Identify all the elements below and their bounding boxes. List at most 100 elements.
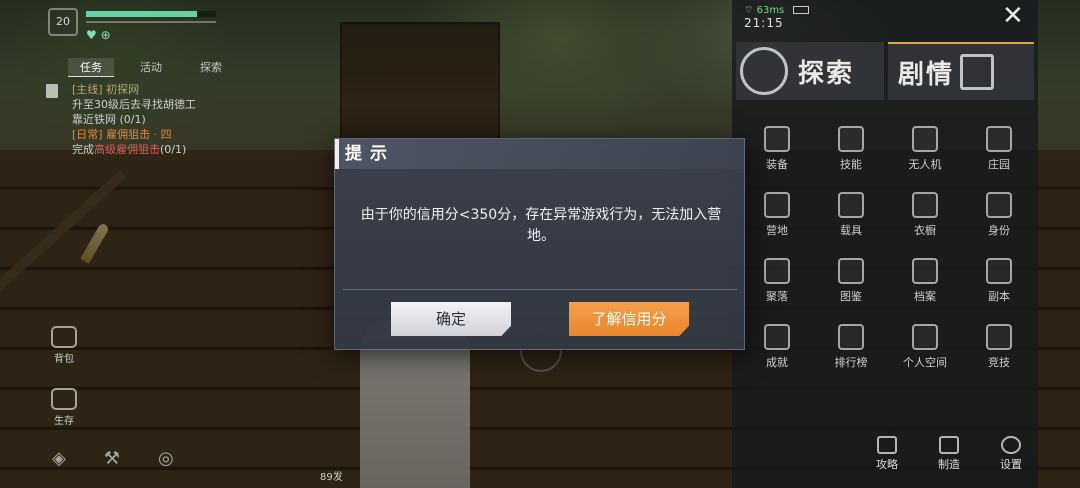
trophy-icon: [986, 324, 1012, 350]
profile-icon: [912, 324, 938, 350]
question-icon: [877, 436, 897, 454]
clipboard-icon: [939, 436, 959, 454]
health-bar: [86, 11, 216, 17]
guide-label: 攻略: [876, 458, 898, 471]
id-card-icon: [986, 192, 1012, 218]
bottom-toolbar: ◈ ⚒ ◎: [52, 448, 174, 469]
gallery-icon: [838, 258, 864, 284]
menu-item-settlement[interactable]: 聚落: [740, 258, 814, 304]
backpack-button[interactable]: 背包: [46, 326, 82, 365]
backpack-icon: [51, 326, 77, 348]
ping-value: 63ms: [756, 5, 785, 16]
dialog-message: 由于你的信用分<350分，存在异常游戏行为，无法加入营地。: [360, 207, 722, 244]
menu-item-label: 载具: [840, 224, 862, 237]
menu-item-label: 副本: [988, 290, 1010, 303]
backpack-label: 背包: [54, 354, 74, 365]
tab-activity[interactable]: 活动: [128, 58, 174, 77]
clock: 21:15: [744, 16, 784, 30]
wardrobe-icon: [912, 192, 938, 218]
menu-item-label: 档案: [914, 290, 936, 303]
menu-item-label: 竞技: [988, 356, 1010, 369]
menu-item-trophy[interactable]: 竞技: [962, 324, 1036, 370]
menu-item-label: 无人机: [908, 158, 942, 171]
main-quest-step-1: 升至30级后去寻找胡德工: [72, 98, 196, 111]
menu-item-leaderboard[interactable]: 排行榜: [814, 324, 888, 370]
menu-item-achievement[interactable]: 成就: [740, 324, 814, 370]
gun-icon: [764, 126, 790, 152]
menu-item-label: 排行榜: [834, 356, 868, 369]
close-icon[interactable]: ✕: [1002, 2, 1024, 30]
survive-label: 生存: [54, 416, 74, 427]
menu-item-label: 个人空间: [903, 356, 947, 369]
menu-item-gallery[interactable]: 图鉴: [814, 258, 888, 304]
tab-quest[interactable]: 任务: [68, 58, 114, 77]
tab-story[interactable]: 剧情: [888, 42, 1034, 100]
house-icon: [986, 126, 1012, 152]
skill-icon: [838, 126, 864, 152]
diamond-icon[interactable]: ◈: [52, 448, 66, 469]
wifi-icon: ⌔: [744, 5, 754, 16]
daily-quest-title[interactable]: [日常] 雇佣狙击 · 四: [72, 127, 306, 142]
menu-grid: 装备 技能 无人机 庄园营地 载具 衣橱 身份聚落 图鉴 档案 副本成就 排行榜 个人空间 竞技: [740, 126, 1036, 370]
confirm-button[interactable]: 确定: [391, 302, 511, 336]
learn-credit-button[interactable]: 了解信用分: [569, 302, 689, 336]
compass-icon: [740, 47, 788, 95]
craft-label: 制造: [938, 458, 960, 471]
daily-quest-target: 高级雇佣狙击: [94, 143, 160, 156]
menu-item-vehicle[interactable]: 载具: [814, 192, 888, 238]
ammo-count: 89发: [320, 472, 343, 483]
menu-footer: 攻略 制造 设置: [872, 436, 1026, 472]
menu-item-archive[interactable]: 档案: [888, 258, 962, 304]
dialog-header: 提示: [335, 139, 744, 169]
dialog-divider: [343, 289, 737, 290]
quest-tracker[interactable]: [主线] 初探网 升至30级后去寻找胡德工 靠近铁网 (0/1) [日常] 雇佣…: [46, 82, 306, 157]
settings-button[interactable]: 设置: [996, 436, 1026, 472]
hammer-icon[interactable]: ⚒: [104, 448, 120, 469]
book-icon: [960, 54, 995, 90]
steering-wheel-icon[interactable]: ◎: [158, 448, 174, 469]
menu-item-label: 装备: [766, 158, 788, 171]
menu-item-skill[interactable]: 技能: [814, 126, 888, 172]
vehicle-icon: [838, 192, 864, 218]
drone-icon: [912, 126, 938, 152]
guide-button[interactable]: 攻略: [872, 436, 902, 472]
dungeon-icon: [986, 258, 1012, 284]
settings-label: 设置: [1000, 458, 1022, 471]
menu-item-dungeon[interactable]: 副本: [962, 258, 1036, 304]
craft-button[interactable]: 制造: [934, 436, 964, 472]
status-icons: ♥ ⊕: [86, 28, 111, 42]
menu-item-profile[interactable]: 个人空间: [888, 324, 962, 370]
menu-item-camp-flag[interactable]: 营地: [740, 192, 814, 238]
menu-item-label: 身份: [988, 224, 1010, 237]
battery-icon: [793, 6, 810, 14]
menu-item-label: 成就: [766, 356, 788, 369]
achievement-icon: [764, 324, 790, 350]
menu-item-house[interactable]: 庄园: [962, 126, 1036, 172]
stamina-bar: [86, 21, 216, 23]
menu-item-label: 营地: [766, 224, 788, 237]
menu-item-wardrobe[interactable]: 衣橱: [888, 192, 962, 238]
credit-warning-dialog: 提示 由于你的信用分<350分，存在异常游戏行为，无法加入营地。 确定 了解信用…: [334, 138, 745, 350]
archive-icon: [912, 258, 938, 284]
daily-quest-progress: (0/1): [160, 143, 187, 156]
dialog-title: 提示: [345, 144, 395, 164]
document-icon: [46, 84, 58, 98]
player-level-badge[interactable]: 20: [48, 8, 78, 36]
tab-explore[interactable]: 探索: [188, 58, 234, 77]
tab-explore-main[interactable]: 探索: [736, 42, 884, 100]
daily-quest-step: 完成高级雇佣狙击(0/1): [72, 142, 306, 157]
watch-icon: [51, 388, 77, 410]
menu-item-gun[interactable]: 装备: [740, 126, 814, 172]
menu-item-id-card[interactable]: 身份: [962, 192, 1036, 238]
main-quest-title[interactable]: [主线] 初探网: [72, 82, 306, 97]
menu-item-label: 衣橱: [914, 224, 936, 237]
camp-flag-icon: [764, 192, 790, 218]
leaderboard-icon: [838, 324, 864, 350]
main-quest-step-2: 靠近铁网 (0/1): [72, 113, 146, 126]
explore-tab-label: 探索: [798, 58, 855, 89]
survive-button[interactable]: 生存: [46, 388, 82, 427]
menu-item-label: 图鉴: [840, 290, 862, 303]
health-bar-fill: [86, 11, 197, 17]
menu-item-drone[interactable]: 无人机: [888, 126, 962, 172]
menu-item-label: 技能: [840, 158, 862, 171]
